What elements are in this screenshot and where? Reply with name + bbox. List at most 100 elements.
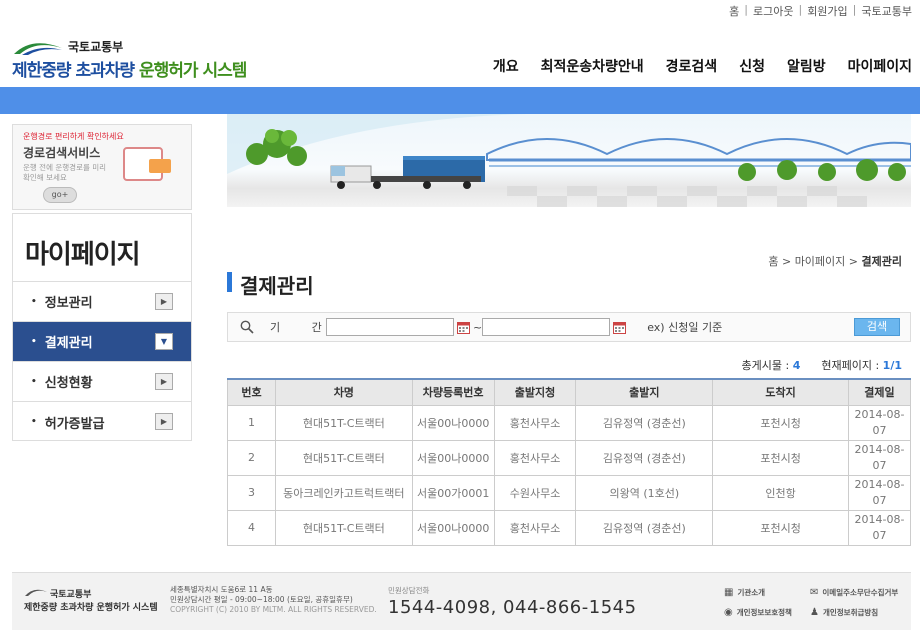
column-header: 번호 <box>227 378 276 406</box>
cell-vehicle: 동아크레인카고트럭트랙터 <box>274 474 413 511</box>
footer-link-email-policy[interactable]: ✉ 이메일주소무단수집거부 <box>810 583 898 603</box>
start-date-input[interactable] <box>326 318 454 336</box>
column-header: 출발지청 <box>493 378 577 406</box>
table-header-row: 번호 차명 차량등록번호 출발지청 출발지 도착지 결제일 <box>227 378 912 406</box>
cell-date: 2014-08-07 <box>847 404 912 441</box>
footer-tel: 1544-4098, 044-866-1545 <box>388 597 637 618</box>
cell-number: 4 <box>227 509 276 546</box>
cell-office: 홍천사무소 <box>493 404 577 441</box>
bullet-icon: • <box>31 336 37 347</box>
cell-plate: 서울00나0000 <box>411 404 495 441</box>
mail-icon: ✉ <box>810 587 819 598</box>
system-name: 제한중량 초과차량 운행허가 시스템 <box>12 61 247 81</box>
promo-description: 운행 전에 운행경로를 미리 확인해 보세요 <box>23 163 107 182</box>
building-icon: ▦ <box>724 587 734 598</box>
footer-address: 세종특별자치시 도움6로 11 A동 민원상담시간 평일 - 09:00~18:… <box>170 585 377 614</box>
cell-office: 수원사무소 <box>493 474 577 511</box>
util-logout-link[interactable]: 로그아웃 <box>753 3 793 19</box>
main-banner <box>227 114 911 207</box>
end-date-input[interactable] <box>482 318 611 336</box>
footer-link-about[interactable]: ▦ 기관소개 <box>724 583 810 603</box>
sidebar-title: 마이페이지 <box>13 214 191 282</box>
nav-mypage[interactable]: 마이페이지 <box>848 56 912 76</box>
cell-vehicle: 현대51T-C트랙터 <box>274 404 413 441</box>
nav-apply[interactable]: 신청 <box>739 56 765 76</box>
sidebar-item-label: 신청현황 <box>44 376 93 391</box>
truck-bridge-illustration <box>227 114 911 207</box>
table-row[interactable]: 3 동아크레인카고트럭트랙터 서울00가0001 수원사무소 의왕역 (1호선)… <box>227 474 912 511</box>
cell-date: 2014-08-07 <box>847 509 912 546</box>
column-header: 결제일 <box>847 378 912 406</box>
cell-plate: 서울00나0000 <box>411 439 495 476</box>
ministry-logo-icon <box>25 589 47 596</box>
breadcrumb-home[interactable]: 홈 <box>768 255 778 268</box>
calendar-icon[interactable] <box>457 321 470 334</box>
sidebar-item-label: 허가증발급 <box>44 416 105 432</box>
eye-icon: ◉ <box>724 607 733 618</box>
period-label: 기 간 : <box>270 321 371 334</box>
cell-date: 2014-08-07 <box>847 439 912 476</box>
sidebar-item-label: 결제관리 <box>44 336 93 351</box>
cell-number: 2 <box>227 439 276 476</box>
calendar-icon[interactable] <box>613 321 627 334</box>
search-hint: ex) 신청일 기준 <box>647 321 723 334</box>
cell-origin: 김유정역 (경춘선) <box>575 439 714 476</box>
cell-plate: 서울00나0000 <box>411 509 495 546</box>
cell-destination: 포천시청 <box>712 509 849 546</box>
table-row[interactable]: 4 현대51T-C트랙터 서울00나0000 홍천사무소 김유정역 (경춘선) … <box>227 509 912 546</box>
footer-link-privacy-protection[interactable]: ◉ 개인정보보호정책 <box>724 603 810 623</box>
cell-origin: 김유정역 (경춘선) <box>575 404 714 441</box>
ministry-name: 국토교통부 <box>68 40 124 54</box>
bullet-icon: • <box>31 417 37 427</box>
breadcrumb-mypage[interactable]: 마이페이지 <box>795 255 846 268</box>
cell-origin: 김유정역 (경춘선) <box>575 509 714 546</box>
person-icon: ♟ <box>810 607 819 618</box>
footer-link-privacy-policy[interactable]: ♟ 개인정보취급방침 <box>810 603 896 623</box>
column-header: 도착지 <box>712 378 849 406</box>
cell-office: 홍천사무소 <box>493 509 577 546</box>
cell-destination: 포천시청 <box>712 439 849 476</box>
util-ministry-link[interactable]: 국토교통부 <box>861 3 912 19</box>
cell-vehicle: 현대51T-C트랙터 <box>274 509 413 546</box>
page-indicator: 1/1 <box>882 359 902 372</box>
table-row[interactable]: 2 현대51T-C트랙터 서울00나0000 홍천사무소 김유정역 (경춘선) … <box>227 439 912 476</box>
cell-destination: 포천시청 <box>712 404 849 441</box>
range-tilde: ~ <box>473 320 483 334</box>
footer-links: ▦ 기관소개 ✉ 이메일주소무단수집거부 ◉ 개인정보보호정책 ♟ 개인정보취급방침 <box>724 583 904 623</box>
nav-notice[interactable]: 알림방 <box>787 56 826 76</box>
util-signup-link[interactable]: 회원가입 <box>807 3 847 19</box>
utility-links: 홈 | 로그아웃 | 회원가입 | 국토교통부 <box>729 3 912 19</box>
footer-logo: 국토교통부 제한중량 초과차량 운행허가 시스템 <box>24 587 158 613</box>
footer: 국토교통부 제한중량 초과차량 운행허가 시스템 세종특별자치시 도움6로 11… <box>12 572 911 630</box>
nav-optimal-vehicle[interactable]: 최적운송차량안내 <box>541 56 644 76</box>
sidebar-item-status[interactable]: • 신청현황 ▶ <box>13 362 191 402</box>
nav-overview[interactable]: 개요 <box>493 56 519 76</box>
promo-subtitle: 운행경로 편리하게 확인하세요 <box>23 132 124 141</box>
cell-number: 3 <box>227 474 276 511</box>
column-header: 차명 <box>274 378 413 406</box>
global-nav: 개요 최적운송차량안내 경로검색 신청 알림방 마이페이지 <box>493 56 912 76</box>
search-button[interactable]: 검색 <box>854 318 900 336</box>
cell-office: 홍천사무소 <box>493 439 577 476</box>
footer-ministry: 국토교통부 <box>50 590 92 600</box>
footer-system-name: 제한중량 초과차량 운행허가 시스템 <box>24 603 158 613</box>
table-row[interactable]: 1 현대51T-C트랙터 서울00나0000 홍천사무소 김유정역 (경춘선) … <box>227 404 912 441</box>
column-header: 출발지 <box>575 378 714 406</box>
search-bar: 기 간 : ~ ex) 신청일 기준 검색 <box>227 312 911 342</box>
cell-number: 1 <box>227 404 276 441</box>
nav-route-search[interactable]: 경로검색 <box>666 56 718 76</box>
cell-date: 2014-08-07 <box>847 474 912 511</box>
util-home-link[interactable]: 홈 <box>729 3 739 19</box>
sidebar-item-permit[interactable]: • 허가증발급 ▶ <box>13 402 191 442</box>
bullet-icon: • <box>31 376 37 387</box>
ministry-logo-icon <box>14 43 62 55</box>
sidebar-item-payment[interactable]: • 결제관리 ▼ <box>13 322 191 362</box>
footer-tel-label: 민원상담전화 <box>388 586 430 595</box>
promo-go-button[interactable]: go+ <box>43 187 77 203</box>
arrow-right-icon: ▶ <box>155 413 173 430</box>
route-search-promo[interactable]: 운행경로 편리하게 확인하세요 경로검색서비스 운행 전에 운행경로를 미리 확… <box>12 124 192 210</box>
arrow-down-icon: ▼ <box>155 333 173 350</box>
sidebar-item-info[interactable]: • 정보관리 ▶ <box>13 282 191 322</box>
arrow-right-icon: ▶ <box>155 293 173 310</box>
nav-bar-strip <box>0 87 920 114</box>
